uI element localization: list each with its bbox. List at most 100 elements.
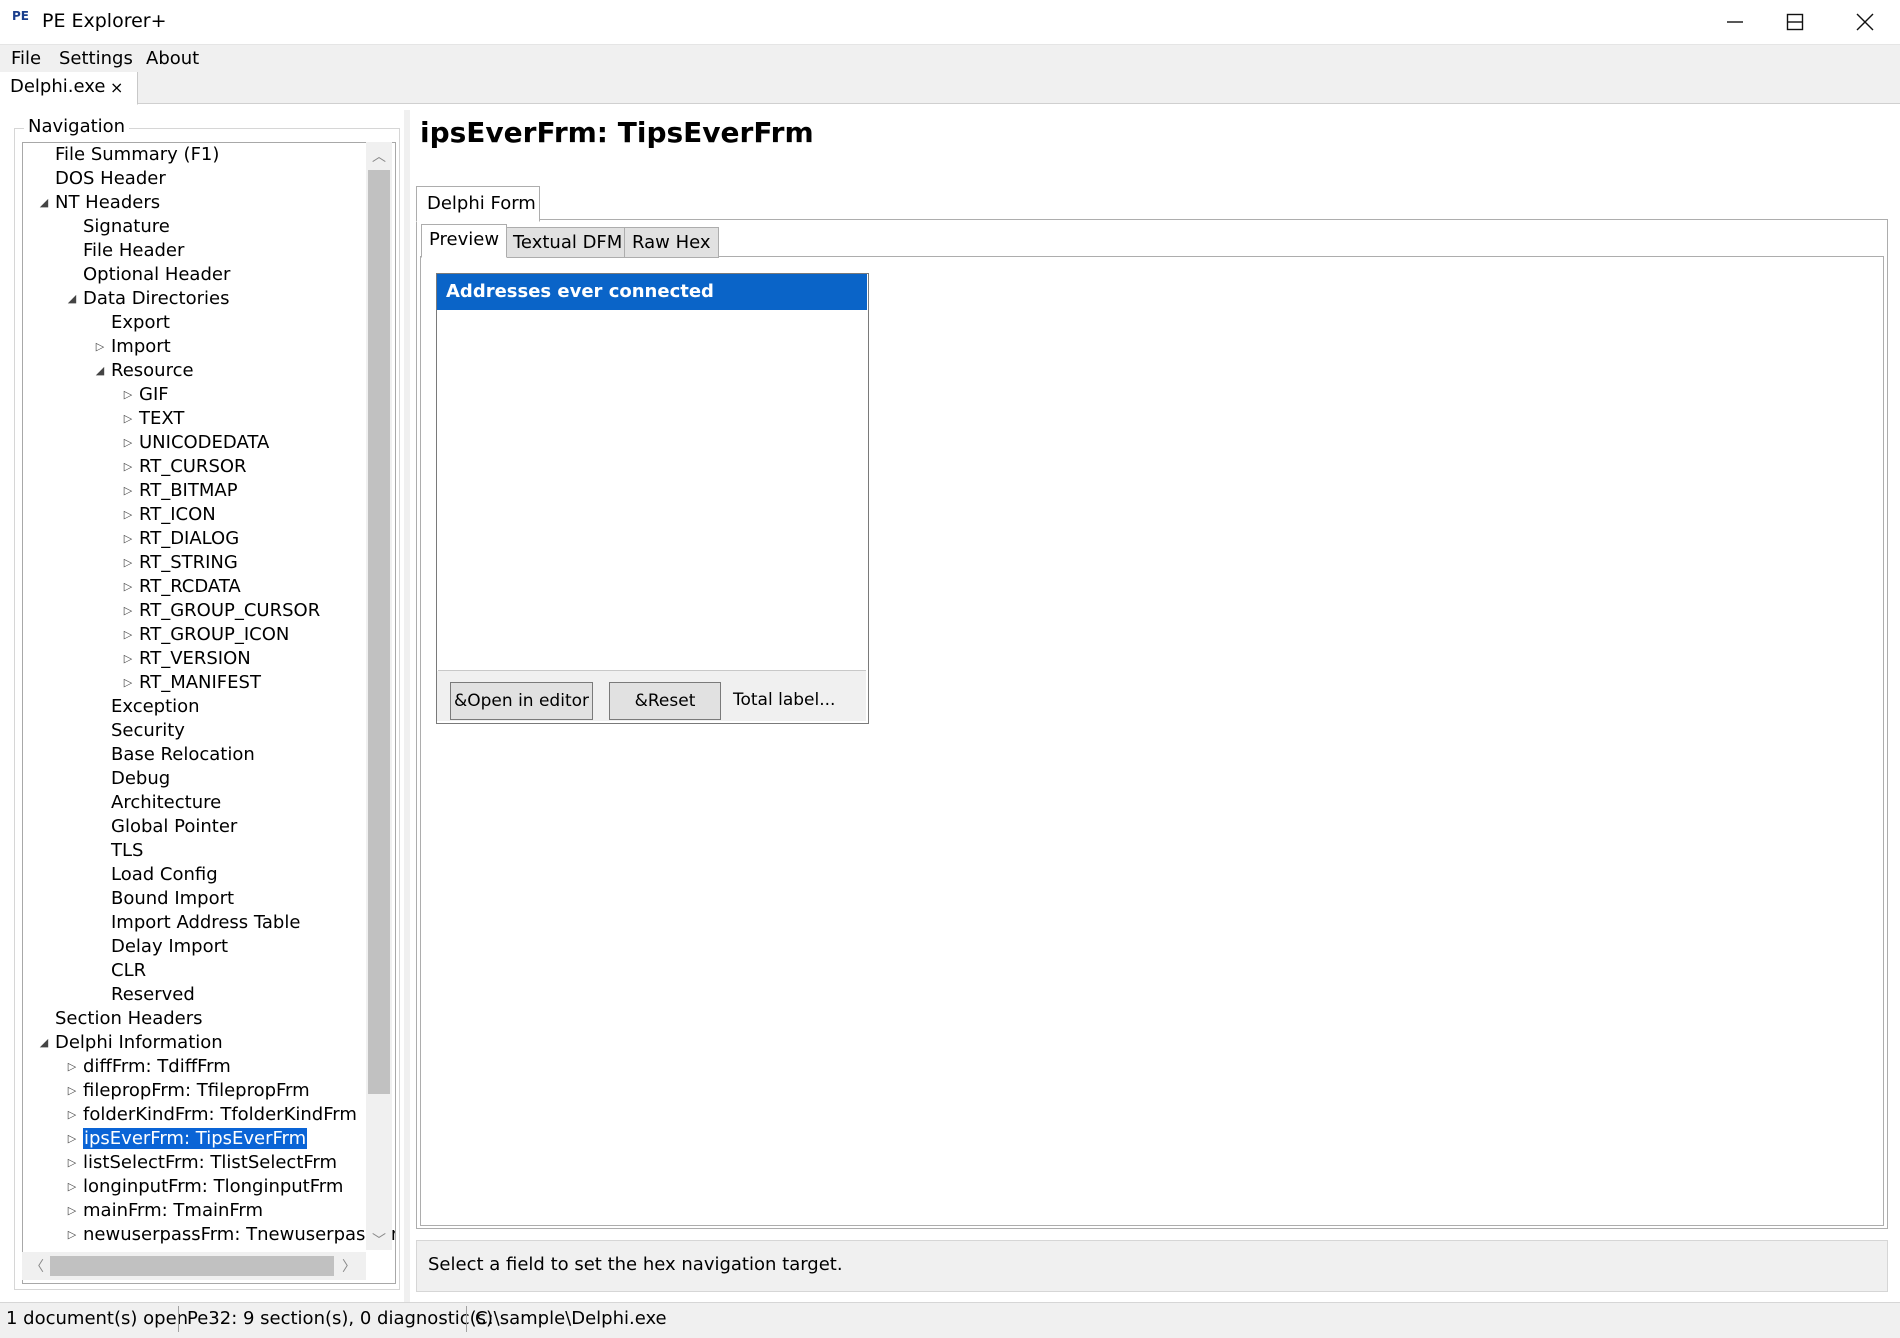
collapsed-triangle-icon[interactable]: ▷ <box>121 455 135 479</box>
collapsed-triangle-icon[interactable]: ▷ <box>121 503 135 527</box>
tree-node[interactable]: ▷ UNICODEDATA <box>124 431 270 455</box>
tree-node-label: RT_ICON <box>139 504 216 525</box>
tree-node[interactable]: ▷ RT_GROUP_ICON <box>124 623 290 647</box>
tree-node[interactable]: ▷ longinputFrm: TlonginputFrm <box>68 1175 344 1199</box>
tree-node[interactable]: ▷ RT_DIALOG <box>124 527 239 551</box>
tree-node[interactable]: CLR <box>111 959 146 983</box>
form-preview-list[interactable] <box>438 312 866 671</box>
tree-node[interactable]: DOS Header <box>55 167 166 191</box>
tree-node[interactable]: Signature <box>83 215 170 239</box>
tree-node[interactable]: ▷ RT_MANIFEST <box>124 671 261 695</box>
collapsed-triangle-icon[interactable]: ▷ <box>65 1175 79 1199</box>
tree-node[interactable]: ▷ ipsEverFrm: TipsEverFrm <box>68 1127 308 1151</box>
tree-node[interactable]: ▷ GIF <box>124 383 169 407</box>
tree-node[interactable]: Global Pointer <box>111 815 237 839</box>
document-tab[interactable]: Delphi.exe × <box>0 72 138 105</box>
collapsed-triangle-icon[interactable]: ▷ <box>121 599 135 623</box>
collapsed-triangle-icon[interactable]: ▷ <box>121 575 135 599</box>
collapsed-triangle-icon[interactable]: ▷ <box>121 623 135 647</box>
form-preview-header-text: Addresses ever connected <box>446 281 714 302</box>
tab-raw-hex[interactable]: Raw Hex <box>624 227 719 258</box>
collapsed-triangle-icon[interactable]: ▷ <box>121 647 135 671</box>
collapsed-triangle-icon[interactable]: ▷ <box>121 527 135 551</box>
tab-textual-dfm[interactable]: Textual DFM <box>505 227 631 258</box>
tree-node[interactable]: Delay Import <box>111 935 228 959</box>
collapsed-triangle-icon[interactable]: ▷ <box>65 1079 79 1103</box>
tree-node-label: RT_MANIFEST <box>139 672 261 693</box>
tree-node[interactable]: ▷ Import <box>96 335 171 359</box>
tree-node[interactable]: ◢ Delphi Information <box>40 1031 223 1055</box>
tab-delphi-form[interactable]: Delphi Form <box>416 186 540 222</box>
tree-node[interactable]: ▷ RT_BITMAP <box>124 479 238 503</box>
collapsed-triangle-icon[interactable]: ▷ <box>65 1103 79 1127</box>
collapsed-triangle-icon[interactable]: ▷ <box>65 1127 79 1151</box>
tree-node[interactable]: File Summary (F1) <box>55 143 219 167</box>
tree-node[interactable]: Export <box>111 311 170 335</box>
tree-node[interactable]: ◢ NT Headers <box>40 191 160 215</box>
collapsed-triangle-icon[interactable]: ▷ <box>121 671 135 695</box>
tree-node[interactable]: ▷ TEXT <box>124 407 185 431</box>
tree-node-label: RT_BITMAP <box>139 480 238 501</box>
tree-node[interactable]: Exception <box>111 695 200 719</box>
close-window-button[interactable] <box>1830 0 1900 44</box>
tab-preview[interactable]: Preview <box>421 224 508 258</box>
tree-node[interactable]: ▷ diffFrm: TdiffFrm <box>68 1055 231 1079</box>
tree-node[interactable]: Debug <box>111 767 170 791</box>
menu-settings[interactable]: Settings <box>59 48 133 69</box>
panel-splitter[interactable] <box>404 110 410 1305</box>
menu-about[interactable]: About <box>146 48 199 69</box>
scroll-up-arrow-icon[interactable]: ︿ <box>372 146 386 166</box>
tree-node[interactable]: ◢ Resource <box>96 359 194 383</box>
tree-node[interactable]: ▷ listSelectFrm: TlistSelectFrm <box>68 1151 337 1175</box>
tree-node[interactable]: ▷ mainFrm: TmainFrm <box>68 1199 263 1223</box>
scroll-left-arrow-icon[interactable]: 〈 <box>30 1256 44 1276</box>
tree-node[interactable]: ▷ RT_GROUP_CURSOR <box>124 599 320 623</box>
collapsed-triangle-icon[interactable]: ▷ <box>121 383 135 407</box>
reset-button[interactable]: &Reset <box>609 682 721 720</box>
tree-node[interactable]: ▷ RT_STRING <box>124 551 238 575</box>
tree-node[interactable]: ◢ Data Directories <box>68 287 230 311</box>
tree-node[interactable]: ▷ RT_VERSION <box>124 647 251 671</box>
tree-node[interactable]: Base Relocation <box>111 743 255 767</box>
document-tab-close-icon[interactable]: × <box>110 78 123 97</box>
status-pe-info: Pe32: 9 section(s), 0 diagnostic(s) <box>187 1308 494 1329</box>
collapsed-triangle-icon[interactable]: ▷ <box>65 1151 79 1175</box>
tree-node[interactable]: Reserved <box>111 983 195 1007</box>
tree-node[interactable]: File Header <box>83 239 184 263</box>
open-in-editor-button[interactable]: &Open in editor <box>450 682 593 720</box>
collapsed-triangle-icon[interactable]: ▷ <box>93 335 107 359</box>
tree-node[interactable]: ▷ filepropFrm: TfilepropFrm <box>68 1079 310 1103</box>
menu-file[interactable]: File <box>11 48 41 69</box>
tree-node[interactable]: Optional Header <box>83 263 230 287</box>
tree-node[interactable]: ▷ newuserpassFrm: TnewuserpassFrm <box>68 1223 395 1247</box>
collapsed-triangle-icon[interactable]: ▷ <box>65 1055 79 1079</box>
tree-node[interactable]: Architecture <box>111 791 221 815</box>
collapsed-triangle-icon[interactable]: ▷ <box>65 1223 79 1247</box>
navigation-tree[interactable]: File Summary (F1) DOS Header ◢ NT Headers Si… <box>22 142 396 1284</box>
tree-node[interactable]: ▷ RT_CURSOR <box>124 455 247 479</box>
tree-node[interactable]: Import Address Table <box>111 911 300 935</box>
tree-node[interactable]: ▷ RT_RCDATA <box>124 575 241 599</box>
tree-node[interactable]: ▷ RT_ICON <box>124 503 216 527</box>
tree-node[interactable]: Bound Import <box>111 887 234 911</box>
maximize-button[interactable] <box>1760 0 1830 44</box>
collapsed-triangle-icon[interactable]: ▷ <box>121 407 135 431</box>
tree-node[interactable]: Section Headers <box>55 1007 203 1031</box>
tree-node[interactable]: ▷ folderKindFrm: TfolderKindFrm <box>68 1103 357 1127</box>
collapsed-triangle-icon[interactable]: ▷ <box>121 431 135 455</box>
expanded-triangle-icon[interactable]: ◢ <box>37 1031 51 1055</box>
collapsed-triangle-icon[interactable]: ▷ <box>121 479 135 503</box>
expanded-triangle-icon[interactable]: ◢ <box>37 191 51 215</box>
collapsed-triangle-icon[interactable]: ▷ <box>65 1199 79 1223</box>
expanded-triangle-icon[interactable]: ◢ <box>93 359 107 383</box>
tree-vertical-scroll-thumb[interactable] <box>368 170 390 1094</box>
menu-bar <box>0 45 1900 72</box>
tree-node[interactable]: TLS <box>111 839 143 863</box>
collapsed-triangle-icon[interactable]: ▷ <box>121 551 135 575</box>
tree-node[interactable]: Security <box>111 719 185 743</box>
scroll-right-arrow-icon[interactable]: 〉 <box>342 1256 356 1276</box>
expanded-triangle-icon[interactable]: ◢ <box>65 287 79 311</box>
tree-node[interactable]: Load Config <box>111 863 218 887</box>
tree-horizontal-scroll-thumb[interactable] <box>50 1256 334 1276</box>
scroll-down-arrow-icon[interactable]: ﹀ <box>372 1230 386 1250</box>
